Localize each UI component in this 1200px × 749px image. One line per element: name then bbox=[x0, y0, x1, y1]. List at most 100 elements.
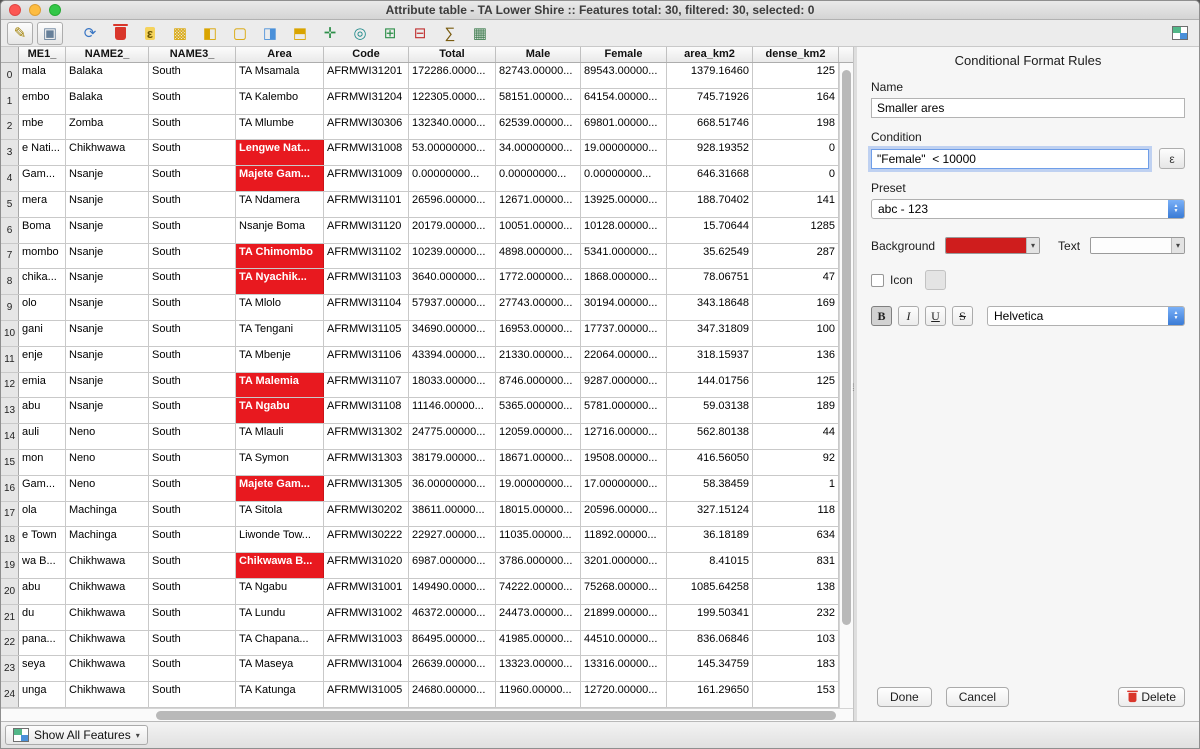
cell-name2_[interactable]: Nsanje bbox=[66, 398, 149, 423]
row-number[interactable]: 9 bbox=[1, 295, 19, 320]
cell-total[interactable]: 20179.00000... bbox=[409, 218, 496, 243]
cell-total[interactable]: 57937.00000... bbox=[409, 295, 496, 320]
cell-area_km2[interactable]: 161.29650 bbox=[667, 682, 753, 707]
table-row-19[interactable]: 19wa B...ChikhwawaSouthChikwawa B...AFRM… bbox=[1, 553, 853, 579]
cell-name2_[interactable]: Nsanje bbox=[66, 269, 149, 294]
cell-female[interactable]: 20596.00000... bbox=[581, 502, 667, 527]
column-header-area_km2[interactable]: area_km2 bbox=[667, 47, 753, 62]
cell-dense_km2[interactable]: 100 bbox=[753, 321, 839, 346]
bold-button[interactable]: B bbox=[871, 306, 892, 326]
toggle-editing-icon[interactable]: ✎ bbox=[7, 22, 33, 45]
cell-name3_[interactable]: South bbox=[149, 450, 236, 475]
cell-area[interactable]: TA Katunga bbox=[236, 682, 324, 707]
cell-total[interactable]: 53.00000000... bbox=[409, 140, 496, 165]
column-header-total[interactable]: Total bbox=[409, 47, 496, 62]
cell-female[interactable]: 13925.00000... bbox=[581, 192, 667, 217]
cell-code[interactable]: AFRMWI31107 bbox=[324, 373, 409, 398]
cell-me1_[interactable]: abu bbox=[19, 398, 66, 423]
cell-dense_km2[interactable]: 125 bbox=[753, 63, 839, 88]
cell-female[interactable]: 9287.000000... bbox=[581, 373, 667, 398]
cell-code[interactable]: AFRMWI31001 bbox=[324, 579, 409, 604]
cell-code[interactable]: AFRMWI31204 bbox=[324, 89, 409, 114]
cell-name3_[interactable]: South bbox=[149, 140, 236, 165]
cell-dense_km2[interactable]: 118 bbox=[753, 502, 839, 527]
cell-male[interactable]: 5365.000000... bbox=[496, 398, 581, 423]
cell-area[interactable]: TA Chapana... bbox=[236, 631, 324, 656]
cell-name2_[interactable]: Chikhwawa bbox=[66, 656, 149, 681]
table-row-17[interactable]: 17olaMachingaSouthTA SitolaAFRMWI3020238… bbox=[1, 502, 853, 528]
cell-name2_[interactable]: Balaka bbox=[66, 89, 149, 114]
cell-female[interactable]: 17.00000000... bbox=[581, 476, 667, 501]
cell-male[interactable]: 19.00000000... bbox=[496, 476, 581, 501]
cell-male[interactable]: 82743.00000... bbox=[496, 63, 581, 88]
cell-name2_[interactable]: Chikhwawa bbox=[66, 682, 149, 707]
cell-code[interactable]: AFRMWI31020 bbox=[324, 553, 409, 578]
cell-name2_[interactable]: Chikhwawa bbox=[66, 631, 149, 656]
cell-name2_[interactable]: Neno bbox=[66, 424, 149, 449]
cell-name2_[interactable]: Chikhwawa bbox=[66, 579, 149, 604]
close-button[interactable] bbox=[9, 4, 21, 16]
cell-code[interactable]: AFRMWI31005 bbox=[324, 682, 409, 707]
cell-me1_[interactable]: e Nati... bbox=[19, 140, 66, 165]
cell-female[interactable]: 22064.00000... bbox=[581, 347, 667, 372]
cell-male[interactable]: 74222.00000... bbox=[496, 579, 581, 604]
cell-male[interactable]: 11960.00000... bbox=[496, 682, 581, 707]
cell-female[interactable]: 19.00000000... bbox=[581, 140, 667, 165]
column-header-name3_[interactable]: NAME3_ bbox=[149, 47, 236, 62]
row-number[interactable]: 11 bbox=[1, 347, 19, 372]
cell-me1_[interactable]: mombo bbox=[19, 244, 66, 269]
cell-female[interactable]: 11892.00000... bbox=[581, 527, 667, 552]
zoom-to-selection-icon[interactable]: ◎ bbox=[347, 22, 373, 45]
row-number[interactable]: 7 bbox=[1, 244, 19, 269]
vertical-scrollbar-thumb[interactable] bbox=[842, 70, 851, 625]
cell-name2_[interactable]: Nsanje bbox=[66, 373, 149, 398]
cell-area[interactable]: TA Ngabu bbox=[236, 579, 324, 604]
cell-area_km2[interactable]: 928.19352 bbox=[667, 140, 753, 165]
cell-name2_[interactable]: Chikhwawa bbox=[66, 605, 149, 630]
cell-me1_[interactable]: mon bbox=[19, 450, 66, 475]
cell-dense_km2[interactable]: 138 bbox=[753, 579, 839, 604]
cell-dense_km2[interactable]: 1 bbox=[753, 476, 839, 501]
table-row-21[interactable]: 21duChikhwawaSouthTA LunduAFRMWI31002463… bbox=[1, 605, 853, 631]
cell-name3_[interactable]: South bbox=[149, 115, 236, 140]
cell-total[interactable]: 122305.0000... bbox=[409, 89, 496, 114]
cell-area_km2[interactable]: 59.03138 bbox=[667, 398, 753, 423]
condition-input[interactable] bbox=[871, 149, 1149, 169]
cell-code[interactable]: AFRMWI30202 bbox=[324, 502, 409, 527]
cell-female[interactable]: 44510.00000... bbox=[581, 631, 667, 656]
cell-area_km2[interactable]: 1379.16460 bbox=[667, 63, 753, 88]
cell-code[interactable]: AFRMWI31103 bbox=[324, 269, 409, 294]
cell-male[interactable]: 4898.000000... bbox=[496, 244, 581, 269]
cell-total[interactable]: 43394.00000... bbox=[409, 347, 496, 372]
background-color-picker[interactable]: ▾ bbox=[945, 237, 1040, 254]
organize-columns-icon[interactable]: ▦ bbox=[467, 22, 493, 45]
cell-name3_[interactable]: South bbox=[149, 192, 236, 217]
cell-male[interactable]: 11035.00000... bbox=[496, 527, 581, 552]
cell-total[interactable]: 26639.00000... bbox=[409, 656, 496, 681]
cell-dense_km2[interactable]: 164 bbox=[753, 89, 839, 114]
cell-me1_[interactable]: du bbox=[19, 605, 66, 630]
delete-rule-button[interactable]: Delete bbox=[1118, 687, 1185, 707]
cell-area[interactable]: Lengwe Nat... bbox=[236, 140, 324, 165]
cell-dense_km2[interactable]: 831 bbox=[753, 553, 839, 578]
table-row-13[interactable]: 13abuNsanjeSouthTA NgabuAFRMWI3110811146… bbox=[1, 398, 853, 424]
row-number[interactable]: 21 bbox=[1, 605, 19, 630]
cell-code[interactable]: AFRMWI31009 bbox=[324, 166, 409, 191]
cell-male[interactable]: 12059.00000... bbox=[496, 424, 581, 449]
cell-total[interactable]: 3640.000000... bbox=[409, 269, 496, 294]
cell-dense_km2[interactable]: 198 bbox=[753, 115, 839, 140]
cell-total[interactable]: 86495.00000... bbox=[409, 631, 496, 656]
filter-selection-icon[interactable]: ◨ bbox=[257, 22, 283, 45]
horizontal-scrollbar[interactable] bbox=[1, 708, 853, 721]
font-select[interactable]: Helvetica ▲▼ bbox=[987, 306, 1185, 326]
conditional-format-panel-toggle-button[interactable] bbox=[1167, 22, 1193, 45]
cell-me1_[interactable]: ola bbox=[19, 502, 66, 527]
table-row-23[interactable]: 23seyaChikhwawaSouthTA MaseyaAFRMWI31004… bbox=[1, 656, 853, 682]
cell-total[interactable]: 18033.00000... bbox=[409, 373, 496, 398]
cell-area[interactable]: TA Sitola bbox=[236, 502, 324, 527]
cell-area_km2[interactable]: 1085.64258 bbox=[667, 579, 753, 604]
cell-code[interactable]: AFRMWI31120 bbox=[324, 218, 409, 243]
cell-area[interactable]: Majete Gam... bbox=[236, 166, 324, 191]
cell-male[interactable]: 16953.00000... bbox=[496, 321, 581, 346]
cell-name2_[interactable]: Nsanje bbox=[66, 347, 149, 372]
